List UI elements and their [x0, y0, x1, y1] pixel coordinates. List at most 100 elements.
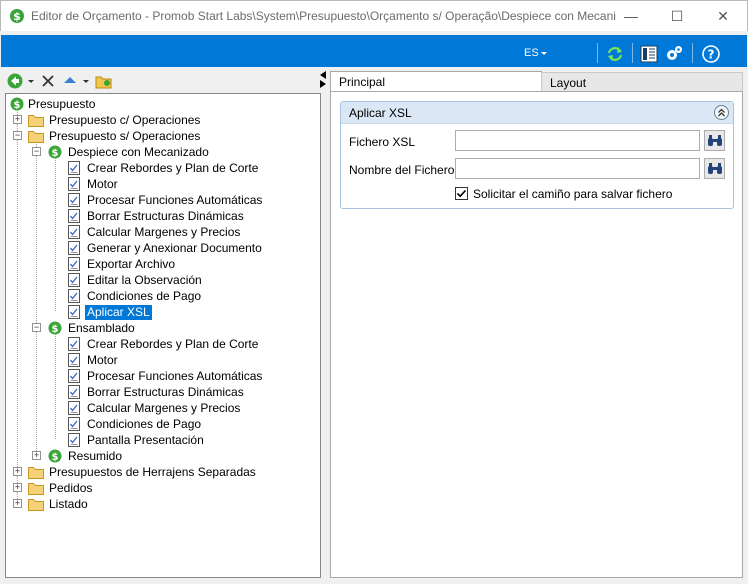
save-path-checkbox[interactable] [455, 187, 468, 200]
tree-item[interactable]: Motor [66, 352, 120, 368]
expand-icon[interactable]: + [13, 467, 22, 476]
minimize-button[interactable]: — [608, 1, 654, 31]
folder-icon [28, 115, 44, 127]
save-path-checkbox-label: Solicitar el camiño para salvar fichero [473, 187, 673, 201]
document-icon [68, 433, 80, 447]
tab-layout[interactable]: Layout [541, 72, 743, 92]
app-icon: $ [10, 9, 24, 23]
language-selector[interactable]: ES [524, 47, 539, 59]
tree-item[interactable]: − Presupuesto s/ Operaciones [13, 128, 202, 144]
expand-icon[interactable]: + [32, 451, 41, 460]
collapse-icon[interactable]: − [13, 131, 22, 140]
tree-item[interactable]: + Listado [13, 496, 90, 512]
expand-icon[interactable]: + [13, 115, 22, 124]
folder-icon [28, 483, 44, 495]
group-title: Aplicar XSL [349, 106, 412, 120]
collapse-button[interactable] [714, 105, 729, 120]
tree-item[interactable]: + Presupuestos de Herrajens Separadas [13, 464, 258, 480]
document-icon [68, 289, 80, 303]
binoculars-icon [707, 162, 722, 174]
aplicar-xsl-group: Aplicar XSL Fichero XSL Nombre del Fiche… [340, 101, 734, 209]
tree-item[interactable]: Calcular Margenes y Precios [66, 224, 242, 240]
splitter-arrows-icon[interactable] [318, 70, 328, 88]
tree-item[interactable]: + $ Resumido [32, 448, 124, 464]
help-icon[interactable]: ? [702, 45, 720, 63]
document-icon [68, 193, 80, 207]
tree-item[interactable]: Exportar Archivo [66, 256, 177, 272]
tree-item-label: Listado [49, 496, 88, 511]
move-up-icon[interactable] [62, 72, 78, 90]
tree-item[interactable]: Procesar Funciones Automáticas [66, 368, 264, 384]
fichero-xsl-label: Fichero XSL [349, 135, 416, 149]
binoculars-icon [707, 134, 722, 146]
folder-icon [28, 131, 44, 143]
document-view-icon[interactable] [640, 45, 658, 63]
nombre-fichero-label: Nombre del Fichero [349, 163, 455, 177]
expand-icon[interactable]: + [13, 499, 22, 508]
tree-item[interactable]: Editar la Observación [66, 272, 204, 288]
settings-icon[interactable] [665, 45, 683, 63]
collapse-icon[interactable]: − [32, 323, 41, 332]
tree-item[interactable]: − $ Ensamblado [32, 320, 137, 336]
tree-item-label: Condiciones de Pago [87, 288, 202, 303]
document-icon [68, 385, 80, 399]
tree-item-label: Motor [87, 352, 118, 367]
chevron-up-double-icon [718, 108, 725, 117]
nombre-browse-button[interactable] [704, 158, 725, 179]
tree-item[interactable]: − $ Despiece con Mecanizado [32, 144, 211, 160]
fichero-browse-button[interactable] [704, 130, 725, 151]
expand-icon[interactable]: + [13, 483, 22, 492]
back-icon[interactable] [6, 72, 24, 90]
refresh-icon[interactable] [606, 45, 624, 63]
tree-item-label: Borrar Estructuras Dinámicas [87, 208, 244, 223]
tree-root[interactable]: $ Presupuesto [9, 96, 95, 112]
document-icon [68, 241, 80, 255]
budget-icon: $ [10, 97, 24, 111]
tree-item[interactable]: + Pedidos [13, 480, 94, 496]
document-icon [68, 273, 80, 287]
tree-item[interactable]: Motor [66, 176, 120, 192]
delete-icon[interactable] [40, 72, 56, 90]
svg-text:?: ? [708, 48, 715, 62]
nombre-fichero-input[interactable] [455, 158, 700, 179]
window-title: Editor de Orçamento - Promob Start Labs\… [31, 9, 616, 23]
tab-principal[interactable]: Principal [330, 71, 542, 92]
tree-root-label: Presupuesto [28, 97, 96, 111]
move-dropdown-icon[interactable] [81, 72, 91, 90]
document-icon [68, 337, 80, 351]
document-icon [68, 225, 80, 239]
tree-item-label: Crear Rebordes y Plan de Corte [87, 336, 259, 351]
tree-item[interactable]: + Presupuesto c/ Operaciones [13, 112, 202, 128]
close-button[interactable]: ✕ [700, 1, 746, 31]
tree-panel[interactable]: $ Presupuesto + Presupuesto c/ Operacione… [5, 93, 321, 578]
chevron-down-icon[interactable] [541, 52, 547, 55]
budget-icon: $ [48, 321, 62, 335]
tree-item[interactable]: Crear Rebordes y Plan de Corte [66, 160, 260, 176]
tree-item[interactable]: Condiciones de Pago [66, 416, 203, 432]
tree-item[interactable]: Crear Rebordes y Plan de Corte [66, 336, 260, 352]
group-header: Aplicar XSL [341, 102, 733, 124]
tree-item[interactable]: Procesar Funciones Automáticas [66, 192, 264, 208]
tree-item[interactable]: Borrar Estructuras Dinámicas [66, 384, 246, 400]
fichero-xsl-input[interactable] [455, 130, 700, 151]
tree-item-label: Aplicar XSL [85, 304, 152, 320]
tree-item-label: Pantalla Presentación [87, 432, 204, 447]
back-dropdown-icon[interactable] [26, 72, 36, 90]
maximize-button[interactable]: ☐ [654, 1, 700, 31]
tree-item[interactable]: Aplicar XSL [66, 304, 152, 320]
tree-item-label: Motor [87, 176, 118, 191]
tree-item[interactable]: Pantalla Presentación [66, 432, 206, 448]
tree-item-label: Presupuesto c/ Operaciones [49, 112, 201, 127]
tree-item-label: Resumido [68, 448, 123, 463]
tree-item[interactable]: Calcular Margenes y Precios [66, 400, 242, 416]
document-icon [68, 369, 80, 383]
folder-open-icon[interactable] [95, 72, 113, 90]
tree-item[interactable]: Borrar Estructuras Dinámicas [66, 208, 246, 224]
tree-item-label: Editar la Observación [87, 272, 202, 287]
tree-item[interactable]: Condiciones de Pago [66, 288, 203, 304]
tree-item-label: Despiece con Mecanizado [68, 144, 209, 159]
tree-item[interactable]: Generar y Anexionar Documento [66, 240, 264, 256]
budget-icon: $ [48, 449, 62, 463]
collapse-icon[interactable]: − [32, 147, 41, 156]
budget-icon: $ [48, 145, 62, 159]
